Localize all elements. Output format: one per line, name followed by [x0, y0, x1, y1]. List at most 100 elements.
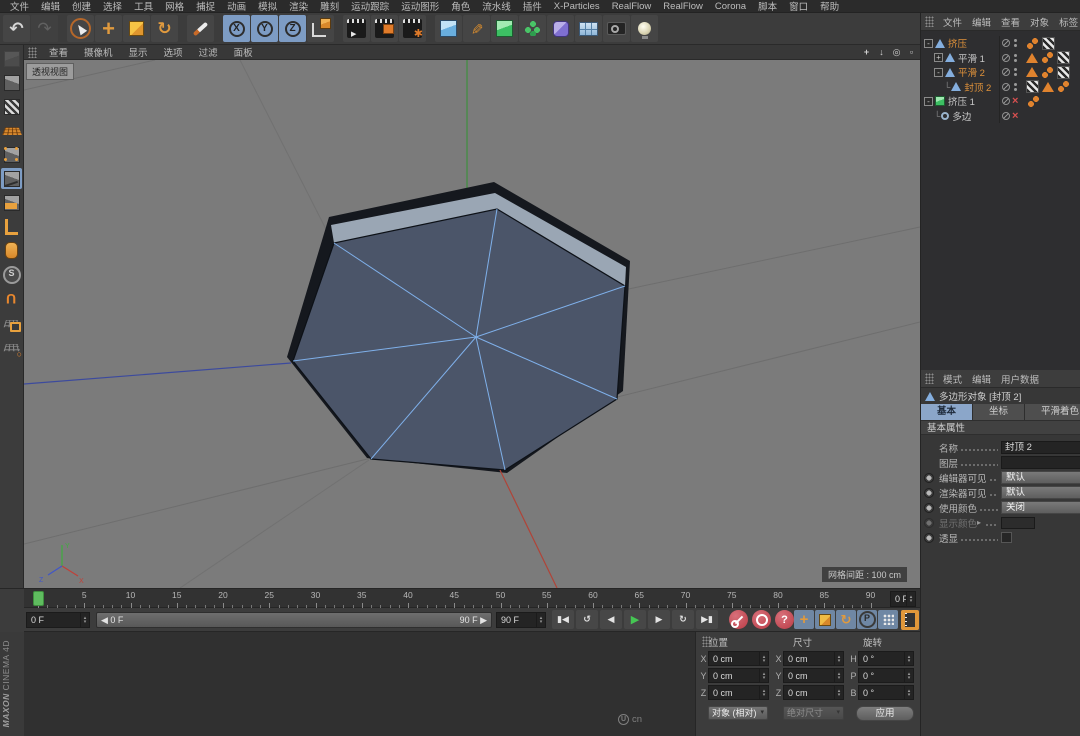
- render-view-button[interactable]: [343, 15, 370, 42]
- rotate-tool-button[interactable]: [151, 15, 178, 42]
- display-color-swatch[interactable]: [1001, 517, 1035, 529]
- size-X-input[interactable]: 0 cm▴▾: [783, 651, 844, 666]
- menubar-item-22[interactable]: 帮助: [814, 0, 845, 13]
- keyframe-selection-button[interactable]: [775, 610, 794, 629]
- spinner-arrows-icon[interactable]: ▴▾: [904, 669, 913, 682]
- texture-tag-icon[interactable]: [1026, 80, 1039, 93]
- spinner-arrows-icon[interactable]: ▴▾: [904, 686, 913, 699]
- attribute-menu-1[interactable]: 编辑: [967, 372, 996, 386]
- light-button[interactable]: [631, 15, 658, 42]
- viewport-menu-5[interactable]: 面板: [226, 45, 261, 59]
- menubar-item-10[interactable]: 雕刻: [314, 0, 345, 13]
- menubar-item-14[interactable]: 流水线: [476, 0, 517, 13]
- current-frame-spinner[interactable]: 0 F ▴▾: [26, 612, 90, 628]
- attribute-menu-0[interactable]: 模式: [938, 372, 967, 386]
- texture-mode-button[interactable]: [1, 96, 22, 117]
- visibility-toggle-icon[interactable]: [1002, 112, 1010, 120]
- tree-expander-icon[interactable]: -: [924, 39, 933, 48]
- menubar-item-21[interactable]: 窗口: [783, 0, 814, 13]
- 使用颜色-dropdown[interactable]: 关闭: [1001, 501, 1080, 514]
- rotation-H-input[interactable]: 0 °▴▾: [858, 651, 914, 666]
- spinner-arrows-icon[interactable]: ▴▾: [759, 686, 768, 699]
- viewport-menu-0[interactable]: 查看: [41, 45, 76, 59]
- z-axis-lock-button[interactable]: Z: [279, 15, 306, 42]
- snap-enable-button[interactable]: [1, 264, 22, 285]
- visibility-toggle-icon[interactable]: [1002, 83, 1010, 91]
- tab-坐标[interactable]: 坐标: [973, 404, 1025, 420]
- object-row[interactable]: - 挤压 1 ×: [921, 94, 1080, 109]
- viewport-menu-4[interactable]: 过滤: [191, 45, 226, 59]
- spinner-arrows-icon[interactable]: ▴▾: [759, 669, 768, 682]
- position-Z-input[interactable]: 0 cm▴▾: [708, 685, 769, 700]
- 图层-input[interactable]: [1001, 456, 1080, 469]
- animation-dot-icon[interactable]: [924, 518, 934, 528]
- object-name[interactable]: 挤压 1: [948, 94, 975, 108]
- previous-frame-button[interactable]: ◀: [600, 610, 622, 629]
- menubar-item-8[interactable]: 模拟: [252, 0, 283, 13]
- phong-tag-icon[interactable]: [1057, 80, 1070, 93]
- timeline-ruler[interactable]: 051015202530354045505560657075808590: [34, 589, 886, 609]
- spline-pen-button[interactable]: [463, 15, 490, 42]
- menubar-item-7[interactable]: 动画: [221, 0, 252, 13]
- tree-expander-icon[interactable]: -: [924, 97, 933, 106]
- visibility-toggle-icon[interactable]: [1002, 97, 1010, 105]
- texture-tag-icon[interactable]: [1057, 66, 1070, 79]
- menubar-item-0[interactable]: 文件: [4, 0, 35, 13]
- end-frame-spinner[interactable]: 90 F ▴▾: [496, 612, 546, 628]
- menubar-item-16[interactable]: X-Particles: [548, 1, 606, 12]
- spinner-arrows-icon[interactable]: ▴▾: [906, 592, 915, 606]
- tab-平滑着色[interactable]: 平滑着色: [1025, 404, 1080, 420]
- menubar-item-1[interactable]: 编辑: [35, 0, 66, 13]
- primitive-cube-button[interactable]: [435, 15, 462, 42]
- object-manager-menu-2[interactable]: 查看: [996, 15, 1025, 29]
- spinner-arrows-icon[interactable]: ▴▾: [759, 652, 768, 665]
- spinner-arrows-icon[interactable]: ▴▾: [904, 652, 913, 665]
- disabled-x-icon[interactable]: ×: [1012, 96, 1018, 106]
- visibility-dots-icon[interactable]: [1014, 68, 1017, 71]
- move-tool-button[interactable]: [95, 15, 122, 42]
- spinner-arrows-icon[interactable]: ▴▾: [834, 686, 843, 699]
- visibility-dots-icon[interactable]: [1014, 83, 1017, 86]
- pan-view-icon[interactable]: +: [861, 46, 872, 58]
- goto-start-button[interactable]: ▮◀: [552, 610, 574, 629]
- drag-grip[interactable]: [28, 47, 37, 58]
- position-X-input[interactable]: 0 cm▴▾: [708, 651, 769, 666]
- menubar-item-4[interactable]: 工具: [128, 0, 159, 13]
- zoom-view-icon[interactable]: ↓: [876, 46, 887, 58]
- menubar-item-9[interactable]: 渲染: [283, 0, 314, 13]
- spinner-arrows-icon[interactable]: ▴▾: [834, 669, 843, 682]
- undo-button[interactable]: [3, 15, 30, 42]
- visibility-toggle-icon[interactable]: [1002, 68, 1010, 76]
- menubar-item-2[interactable]: 创建: [66, 0, 97, 13]
- menubar-item-18[interactable]: RealFlow: [657, 1, 709, 12]
- menubar-item-5[interactable]: 网格: [159, 0, 190, 13]
- make-editable-button[interactable]: [1, 48, 22, 69]
- spinner-arrows-icon[interactable]: ▴▾: [536, 613, 545, 627]
- texture-tag-icon[interactable]: [1042, 37, 1055, 50]
- phong-tag-icon[interactable]: [1027, 95, 1040, 108]
- tab-基本[interactable]: 基本: [921, 404, 973, 420]
- triangle-tag-icon[interactable]: [1042, 82, 1054, 92]
- edge-mode-button[interactable]: [1, 168, 22, 189]
- model-mode-button[interactable]: [1, 72, 22, 93]
- key-pla-button[interactable]: [878, 610, 898, 629]
- frame-range-slider[interactable]: ◀ 0 F 90 F ▶: [96, 612, 492, 628]
- menubar-item-20[interactable]: 脚本: [752, 0, 783, 13]
- expand-arrow-icon[interactable]: ▸: [977, 518, 981, 527]
- deformer-button[interactable]: [547, 15, 574, 42]
- menubar-item-12[interactable]: 运动图形: [395, 0, 445, 13]
- goto-previous-key-button[interactable]: ↺: [576, 610, 598, 629]
- animation-dot-icon[interactable]: [924, 503, 934, 513]
- menubar-item-13[interactable]: 角色: [445, 0, 476, 13]
- viewport-canvas[interactable]: Y X Z: [24, 45, 920, 588]
- visibility-toggle-icon[interactable]: [1002, 54, 1010, 62]
- mograph-button[interactable]: [519, 15, 546, 42]
- workplane-mode-button[interactable]: [1, 120, 22, 141]
- live-selection-button[interactable]: [67, 15, 94, 42]
- last-used-tool-knife-button[interactable]: [187, 15, 214, 42]
- object-row[interactable]: └多边×: [921, 109, 1080, 124]
- viewport-solo-button[interactable]: [1, 240, 22, 261]
- phong-tag-icon[interactable]: [1026, 37, 1039, 50]
- camera-button[interactable]: [603, 15, 630, 42]
- viewport-menu-2[interactable]: 显示: [121, 45, 156, 59]
